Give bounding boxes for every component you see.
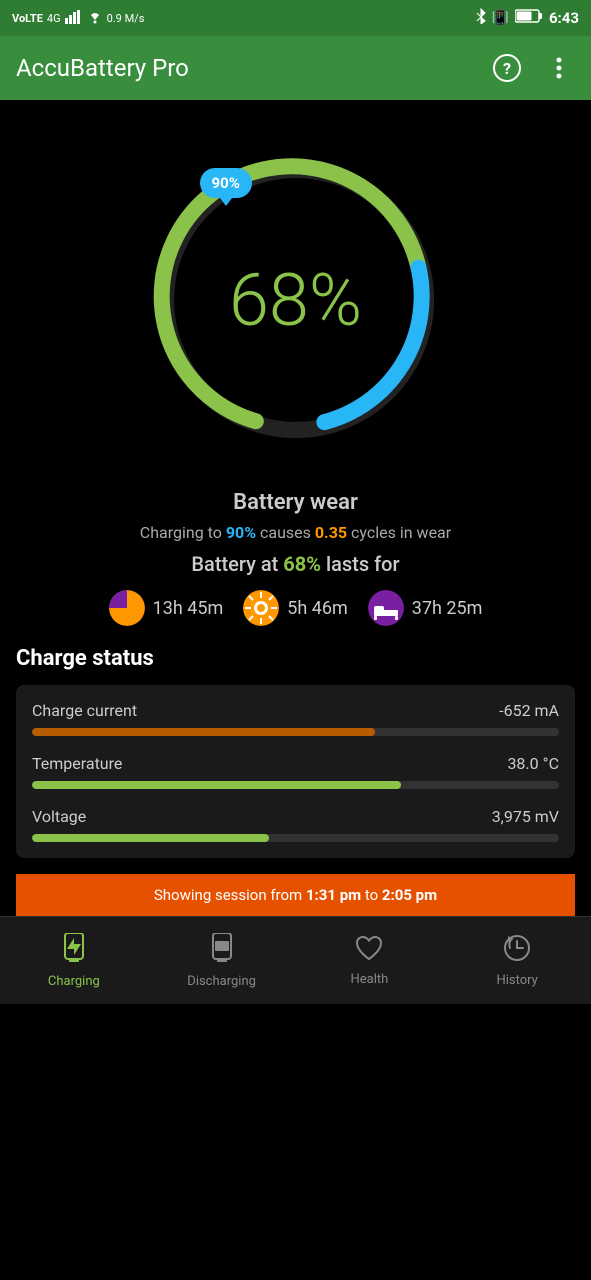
charge-current-header: Charge current -652 mA bbox=[32, 701, 559, 720]
speed-text: 0.9 M/s bbox=[107, 12, 145, 25]
charge-bubble: 90% bbox=[200, 168, 252, 198]
charge-bubble-label: 90% bbox=[212, 174, 240, 192]
charging-nav-label: Charging bbox=[48, 974, 100, 989]
battery-percentage: 68% bbox=[229, 258, 362, 343]
wifi-icon bbox=[87, 10, 103, 27]
voltage-value: 3,975 mV bbox=[492, 807, 559, 826]
voltage-bar-fill bbox=[32, 834, 269, 842]
history-nav-icon bbox=[503, 934, 531, 969]
temperature-value: 38.0 °C bbox=[507, 754, 559, 773]
vibrate-icon: 📳 bbox=[492, 10, 509, 26]
battery-lasts-title: Battery at 68% lasts for bbox=[16, 552, 575, 576]
battery-wear-title: Battery wear bbox=[16, 490, 575, 515]
app-title: AccuBattery Pro bbox=[16, 54, 189, 82]
temperature-header: Temperature 38.0 °C bbox=[32, 754, 559, 773]
battery-times: 13h 45m bbox=[16, 590, 575, 626]
battery-icon bbox=[515, 9, 543, 27]
temperature-row: Temperature 38.0 °C bbox=[32, 754, 559, 789]
voltage-row: Voltage 3,975 mV bbox=[32, 807, 559, 842]
time-sleep: 37h 25m bbox=[368, 590, 483, 626]
charge-current-bar-bg bbox=[32, 728, 559, 736]
nav-discharging[interactable]: Discharging bbox=[148, 917, 296, 1004]
svg-text:?: ? bbox=[503, 59, 511, 78]
discharging-nav-icon bbox=[210, 933, 234, 970]
screen-time-value: 5h 46m bbox=[287, 598, 348, 619]
charge-current-bar-fill bbox=[32, 728, 375, 736]
temperature-bar-fill bbox=[32, 781, 401, 789]
status-right: 📳 6:43 bbox=[476, 8, 579, 28]
usage-icon bbox=[109, 590, 145, 626]
voltage-bar-bg bbox=[32, 834, 559, 842]
status-card: Charge current -652 mA Temperature 38.0 … bbox=[16, 685, 575, 858]
voltage-header: Voltage 3,975 mV bbox=[32, 807, 559, 826]
status-left: VoLTE 4G 0.9 M/s bbox=[12, 10, 144, 27]
charge-current-label: Charge current bbox=[32, 701, 137, 720]
temperature-label: Temperature bbox=[32, 754, 122, 773]
signal-bars bbox=[65, 10, 83, 27]
temperature-bar-bg bbox=[32, 781, 559, 789]
usage-time-value: 13h 45m bbox=[153, 598, 224, 619]
health-nav-icon bbox=[355, 935, 383, 968]
volte-icon: VoLTE bbox=[12, 12, 43, 25]
time-screen: 5h 46m bbox=[243, 590, 348, 626]
app-bar: AccuBattery Pro ? bbox=[0, 36, 591, 100]
health-nav-label: Health bbox=[350, 972, 388, 987]
time-display: 6:43 bbox=[549, 9, 579, 27]
battery-circle-container: 68% 90% bbox=[136, 140, 456, 460]
history-nav-label: History bbox=[496, 973, 537, 988]
charging-nav-icon bbox=[62, 933, 86, 970]
bluetooth-icon bbox=[476, 8, 486, 28]
session-banner: Showing session from 1:31 pm to 2:05 pm bbox=[16, 874, 575, 916]
discharging-nav-label: Discharging bbox=[187, 974, 256, 989]
battery-wear-desc: Charging to 90% causes 0.35 cycles in we… bbox=[16, 523, 575, 542]
charge-current-value: -652 mA bbox=[499, 701, 559, 720]
charge-status-section: Charge status Charge current -652 mA Tem… bbox=[16, 646, 575, 858]
signal-4g: 4G bbox=[47, 12, 61, 25]
nav-charging[interactable]: Charging bbox=[0, 917, 148, 1004]
status-bar: VoLTE 4G 0.9 M/s 📳 6:43 bbox=[0, 0, 591, 36]
charge-current-row: Charge current -652 mA bbox=[32, 701, 559, 736]
sleep-icon bbox=[368, 590, 404, 626]
sleep-time-value: 37h 25m bbox=[412, 598, 483, 619]
nav-history[interactable]: History bbox=[443, 917, 591, 1004]
charge-status-title: Charge status bbox=[16, 646, 575, 671]
help-button[interactable]: ? bbox=[491, 52, 523, 84]
menu-button[interactable] bbox=[543, 52, 575, 84]
app-bar-actions: ? bbox=[491, 52, 575, 84]
voltage-label: Voltage bbox=[32, 807, 86, 826]
nav-health[interactable]: Health bbox=[296, 917, 444, 1004]
battery-wear-section: Battery wear Charging to 90% causes 0.35… bbox=[16, 490, 575, 626]
main-content: 68% 90% Battery wear Charging to 90% cau… bbox=[0, 100, 591, 916]
bottom-nav: Charging Discharging Health bbox=[0, 916, 591, 1004]
time-usage: 13h 45m bbox=[109, 590, 224, 626]
screen-icon bbox=[243, 590, 279, 626]
